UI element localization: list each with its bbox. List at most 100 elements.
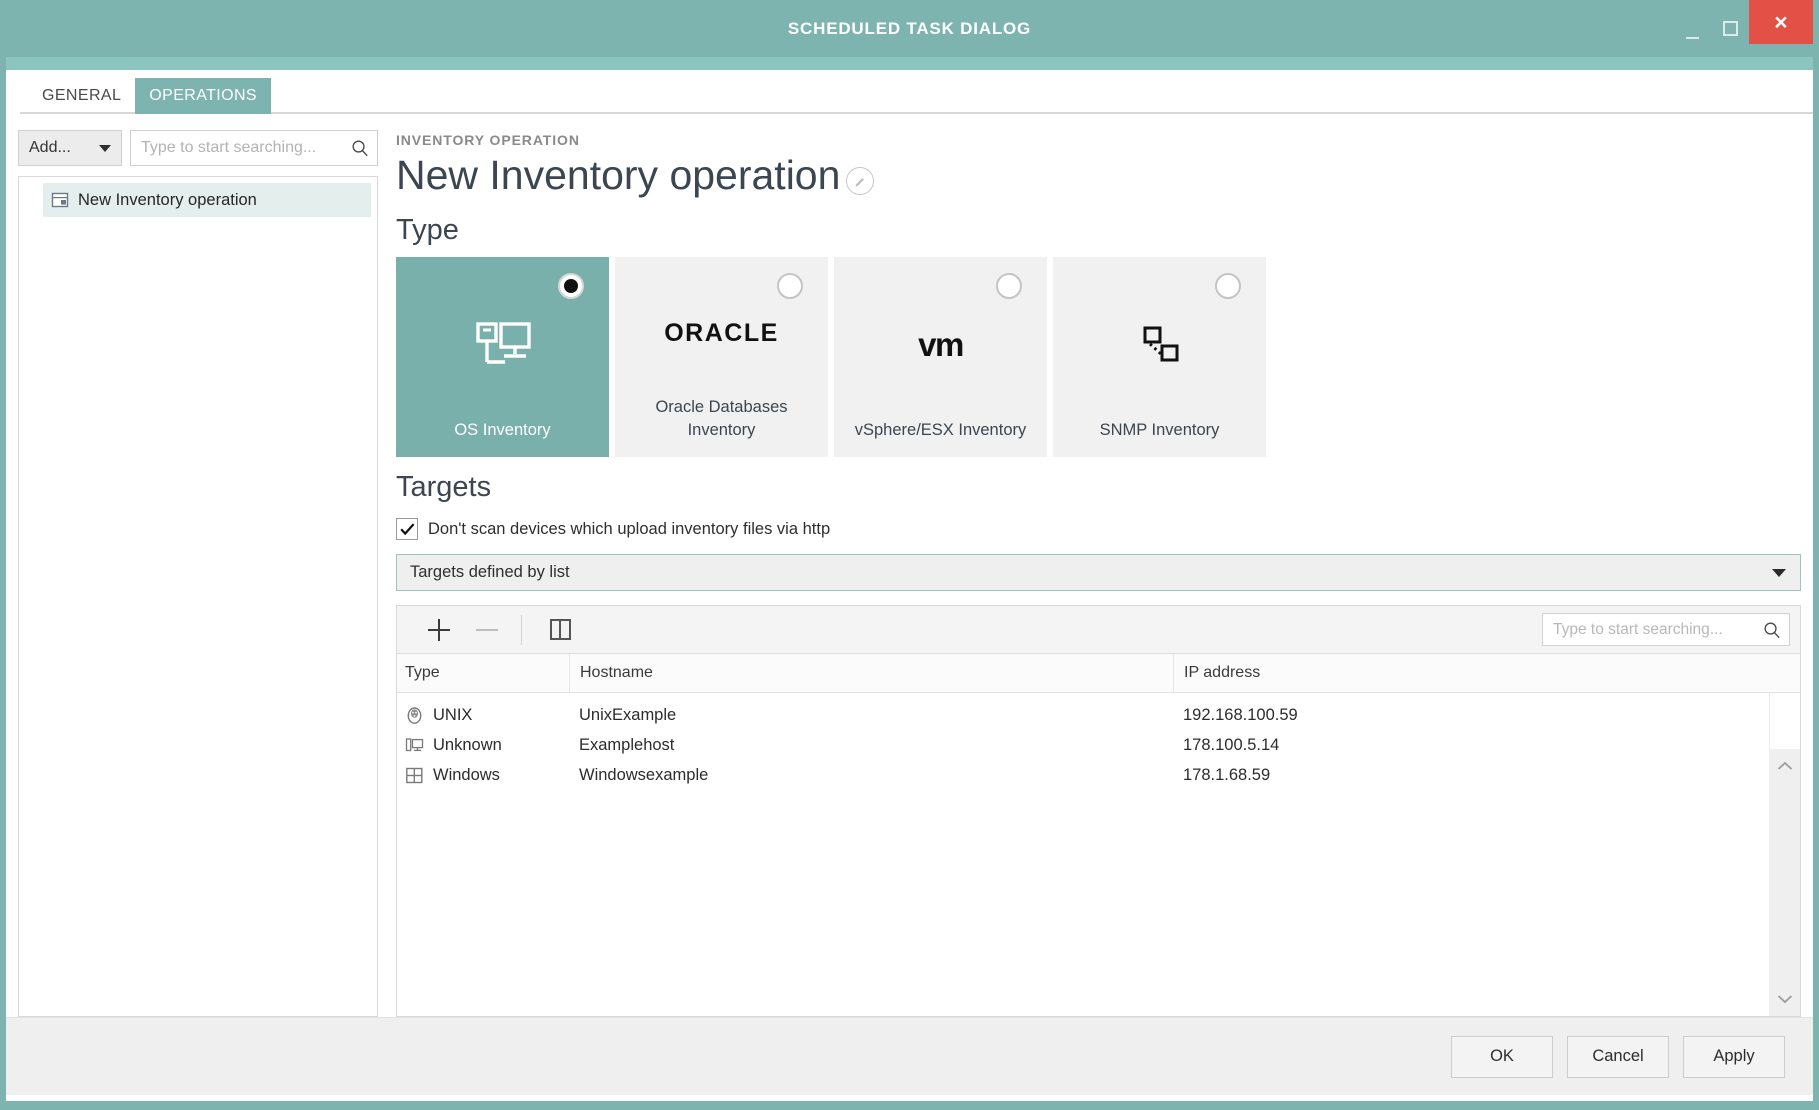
dont-scan-http-checkbox[interactable] [396, 518, 418, 541]
title-accent-bar [6, 57, 1813, 70]
chevron-down-icon [99, 144, 111, 152]
table-row[interactable]: UNIX UnixExample 192.168.100.59 [397, 700, 1769, 730]
window-title: SCHEDULED TASK DIALOG [787, 18, 1032, 38]
search-icon [352, 140, 368, 157]
scroll-down-icon[interactable] [1777, 994, 1793, 1004]
checkmark-icon [399, 522, 414, 535]
desktop-pc-icon [405, 737, 424, 751]
minimize-icon [1685, 37, 1699, 39]
search-icon [1764, 622, 1780, 638]
dont-scan-http-label: Don't scan devices which upload inventor… [428, 519, 831, 538]
chevron-down-icon [1772, 568, 1786, 577]
tab-operations[interactable]: OPERATIONS [135, 78, 271, 114]
edit-pencil-icon[interactable] [846, 167, 875, 195]
window-controls: × [1673, 0, 1813, 57]
operations-toolbar: Add... Type to start searching... [18, 126, 378, 176]
targets-mode-select[interactable]: Targets defined by list [396, 554, 1801, 592]
remove-target-button[interactable] [463, 610, 511, 650]
targets-vertical-scrollbar[interactable] [1769, 693, 1800, 1016]
tree-item-new-inventory-operation[interactable]: New Inventory operation [43, 183, 371, 217]
cell-type-label: Windows [433, 765, 500, 784]
type-card-snmp-inventory[interactable]: SNMP Inventory [1053, 257, 1266, 458]
targets-grid-body: UNIX UnixExample 192.168.100.59 Unknown … [397, 693, 1800, 1016]
type-card-label: OS Inventory [454, 420, 551, 439]
type-card-group: OS Inventory ORACLE Oracle Databases Inv… [396, 257, 1801, 458]
operations-list-panel: Add... Type to start searching... New In… [18, 126, 378, 1017]
type-section-heading: Type [396, 214, 459, 247]
cell-ip-address: 178.1.68.59 [1183, 765, 1271, 784]
cell-type: Windows [397, 766, 569, 785]
ok-button[interactable]: OK [1451, 1035, 1553, 1078]
add-target-button[interactable] [415, 610, 463, 650]
oracle-logo-text: ORACLE [664, 319, 779, 348]
vmware-logo-text: vm [918, 325, 964, 363]
maximize-button[interactable] [1711, 0, 1749, 57]
type-card-label: SNMP Inventory [1099, 420, 1220, 439]
columns-icon [549, 619, 571, 641]
inventory-operation-icon [51, 192, 69, 208]
cell-ip-address: 192.168.100.59 [1183, 705, 1298, 724]
targets-search-input[interactable]: Type to start searching... [1542, 613, 1790, 647]
cell-type-label: UNIX [433, 705, 473, 724]
targets-search-placeholder: Type to start searching... [1553, 620, 1723, 638]
pencil-glyph [856, 178, 865, 187]
minus-icon [476, 619, 498, 641]
radio-vsphere-esx-inventory[interactable] [996, 273, 1022, 300]
operation-detail-panel: INVENTORY OPERATION New Inventory operat… [378, 126, 1801, 1017]
dialog-body: Add... Type to start searching... New In… [6, 114, 1813, 1017]
apply-button[interactable]: Apply [1683, 1035, 1785, 1078]
table-row[interactable]: Windows Windowsexample 178.1.68.59 [397, 760, 1769, 790]
type-card-label: vSphere/ESX Inventory [854, 420, 1027, 439]
targets-rows: UNIX UnixExample 192.168.100.59 Unknown … [397, 693, 1769, 1016]
cancel-button[interactable]: Cancel [1567, 1035, 1669, 1078]
page-title: New Inventory operation [396, 152, 841, 198]
radio-oracle-databases-inventory[interactable] [777, 273, 803, 300]
radio-snmp-inventory[interactable] [1215, 273, 1241, 300]
scroll-up-icon[interactable] [1777, 761, 1793, 771]
cell-type: Unknown [397, 736, 569, 755]
targets-mode-value: Targets defined by list [410, 563, 570, 582]
column-header-ip-address[interactable]: IP address [1173, 654, 1800, 693]
cell-type-label: Unknown [433, 735, 502, 754]
targets-grid-toolbar: Type to start searching... [397, 606, 1800, 655]
close-button[interactable]: × [1749, 0, 1813, 44]
title-bar: SCHEDULED TASK DIALOG × [6, 0, 1813, 57]
cell-type: UNIX [397, 706, 569, 725]
column-header-type[interactable]: Type [397, 654, 569, 692]
tab-general[interactable]: GENERAL [28, 78, 135, 114]
dialog-footer: OK Cancel Apply [6, 1017, 1813, 1095]
targets-grid: Type to start searching... Type Hostname… [396, 605, 1801, 1017]
toolbar-divider [521, 614, 522, 645]
dont-scan-http-row: Don't scan devices which upload inventor… [396, 518, 1801, 541]
type-card-oracle-databases-inventory[interactable]: ORACLE Oracle Databases Inventory [615, 257, 828, 458]
radio-os-inventory[interactable] [558, 273, 584, 300]
windows-logo-icon [406, 767, 423, 783]
detail-kicker: INVENTORY OPERATION [396, 132, 580, 148]
operations-tree: New Inventory operation [18, 176, 378, 1017]
plus-icon [428, 618, 450, 641]
scrollbar-thumb[interactable] [1770, 749, 1800, 1016]
add-button-label: Add... [29, 139, 71, 156]
penguin-icon [407, 706, 422, 724]
choose-columns-button[interactable] [536, 610, 584, 650]
maximize-icon [1722, 21, 1738, 36]
type-card-os-inventory[interactable]: OS Inventory [396, 257, 609, 458]
column-header-hostname[interactable]: Hostname [569, 654, 1173, 693]
type-card-label: Oracle Databases Inventory [655, 398, 788, 439]
cell-hostname: Windowsexample [579, 765, 709, 784]
type-card-vsphere-esx-inventory[interactable]: vm vSphere/ESX Inventory [834, 257, 1047, 458]
table-row[interactable]: Unknown Examplehost 178.100.5.14 [397, 730, 1769, 760]
cell-hostname: Examplehost [579, 735, 675, 754]
tab-bar: GENERAL OPERATIONS [6, 70, 1813, 114]
minimize-button[interactable] [1673, 0, 1711, 57]
scrollbar-track-top [1770, 693, 1800, 750]
cell-ip-address: 178.100.5.14 [1183, 735, 1280, 754]
scheduled-task-dialog: SCHEDULED TASK DIALOG × GENERAL OPERATIO… [0, 0, 1819, 1110]
operations-search-placeholder: Type to start searching... [141, 139, 317, 156]
add-operation-button[interactable]: Add... [18, 130, 122, 166]
detail-title-row: New Inventory operation [396, 150, 1801, 200]
radio-dot-icon [564, 279, 578, 294]
operations-search-input[interactable]: Type to start searching... [130, 130, 378, 166]
tree-item-label: New Inventory operation [78, 190, 257, 209]
cell-hostname: UnixExample [579, 705, 677, 724]
